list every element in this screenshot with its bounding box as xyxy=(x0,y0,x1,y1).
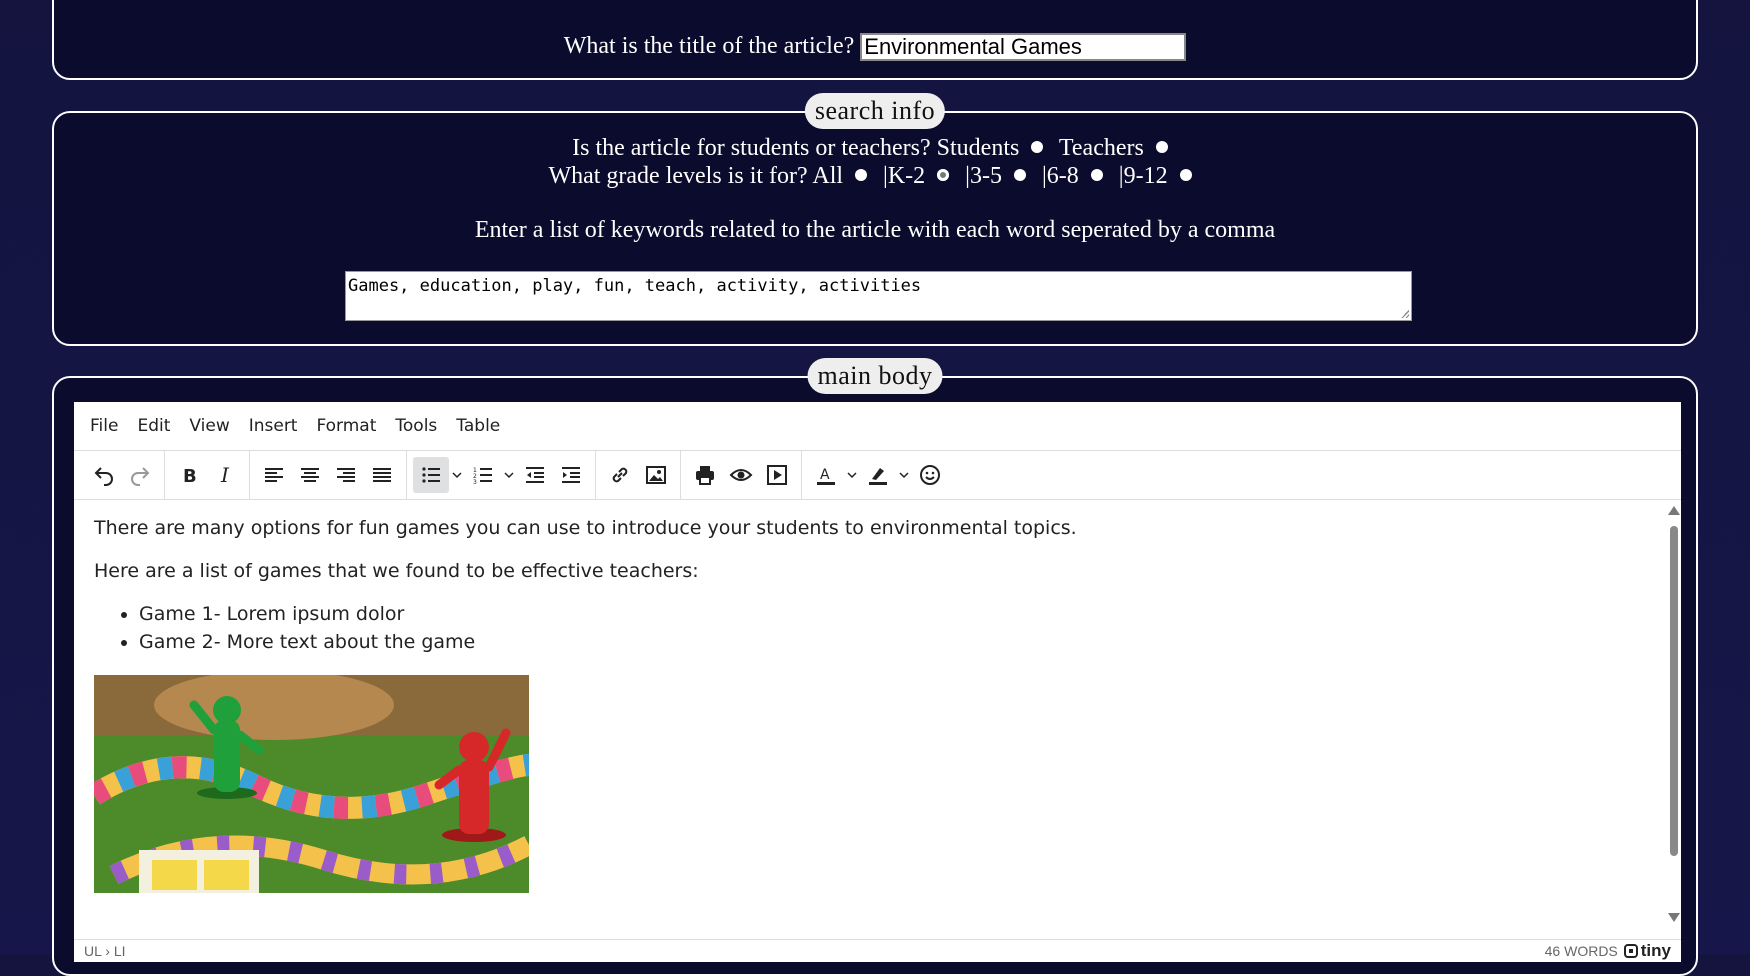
tools-group xyxy=(681,451,802,499)
chevron-down-icon[interactable] xyxy=(896,457,912,493)
element-path[interactable]: UL › LI xyxy=(84,943,126,959)
scroll-down-icon[interactable] xyxy=(1668,913,1680,922)
text-color-icon[interactable]: A xyxy=(808,457,844,493)
chevron-down-icon[interactable] xyxy=(501,457,517,493)
audience-question: Is the article for students or teachers? xyxy=(572,135,931,161)
main-body-panel: main body File Edit View Insert Format T… xyxy=(52,358,1698,976)
tiny-logo[interactable]: tiny xyxy=(1623,941,1671,961)
search-info-legend: search info xyxy=(804,93,946,129)
grade-6-8-radio[interactable] xyxy=(1090,169,1103,182)
scroll-thumb[interactable] xyxy=(1670,526,1678,856)
outdent-icon[interactable] xyxy=(517,457,553,493)
bullet-list-icon[interactable] xyxy=(413,457,449,493)
menu-edit[interactable]: Edit xyxy=(137,416,170,436)
preview-icon[interactable] xyxy=(723,457,759,493)
svg-text:B: B xyxy=(183,466,197,487)
svg-text:A: A xyxy=(820,467,830,483)
search-info-panel: search info Is the article for students … xyxy=(52,93,1698,346)
indent-icon[interactable] xyxy=(553,457,589,493)
italic-icon[interactable]: I xyxy=(207,457,243,493)
grade-k2-radio[interactable] xyxy=(937,169,950,182)
paragraph-2: Here are a list of games that we found t… xyxy=(94,560,699,582)
redo-icon[interactable] xyxy=(122,457,158,493)
bold-icon[interactable]: B xyxy=(171,457,207,493)
align-left-icon[interactable] xyxy=(256,457,292,493)
students-radio[interactable] xyxy=(1031,141,1044,154)
grade-question: What grade levels is it for? xyxy=(548,163,808,189)
grade-9-12-label: |9-12 xyxy=(1118,163,1168,189)
list-group: 123 xyxy=(407,451,596,499)
menu-format[interactable]: Format xyxy=(316,416,376,436)
article-title-input[interactable]: Environmental Games xyxy=(860,33,1187,62)
paragraph-1: There are many options for fun games you… xyxy=(94,517,1077,539)
svg-text:I: I xyxy=(220,463,230,487)
grade-3-5-radio[interactable] xyxy=(1013,169,1026,182)
chevron-down-icon[interactable] xyxy=(449,457,465,493)
editor-menubar: File Edit View Insert Format Tools Table xyxy=(74,402,1681,451)
grade-6-8-label: |6-8 xyxy=(1041,163,1079,189)
editor-content[interactable]: There are many options for fun games you… xyxy=(74,500,1681,940)
menu-table[interactable]: Table xyxy=(456,416,500,436)
grade-9-12-radio[interactable] xyxy=(1179,169,1192,182)
resize-grip-icon[interactable] xyxy=(1401,310,1409,318)
rich-text-editor: File Edit View Insert Format Tools Table… xyxy=(74,402,1681,962)
color-group: A xyxy=(802,451,954,499)
svg-text:3: 3 xyxy=(473,479,477,486)
main-body-legend: main body xyxy=(807,358,943,394)
menu-tools[interactable]: Tools xyxy=(395,416,437,436)
justify-icon[interactable] xyxy=(364,457,400,493)
board-game-image xyxy=(94,675,529,893)
status-right: 46 WORDS tiny xyxy=(1545,941,1671,961)
audience-option-teachers-label: Teachers xyxy=(1058,135,1144,161)
tiny-brand-text: tiny xyxy=(1640,941,1671,960)
numbered-list-icon[interactable]: 123 xyxy=(465,457,501,493)
menu-view[interactable]: View xyxy=(189,416,229,436)
grade-k2-label: |K-2 xyxy=(883,163,926,189)
link-icon[interactable] xyxy=(602,457,638,493)
scroll-up-icon[interactable] xyxy=(1668,506,1680,515)
teachers-radio[interactable] xyxy=(1155,141,1168,154)
keywords-prompt: Enter a list of keywords related to the … xyxy=(474,217,1276,243)
menu-file[interactable]: File xyxy=(90,416,118,436)
grade-all-label: All xyxy=(812,163,844,189)
grade-all-radio[interactable] xyxy=(855,169,868,182)
word-count[interactable]: 46 WORDS xyxy=(1545,943,1618,959)
menu-insert[interactable]: Insert xyxy=(249,416,298,436)
editor-toolbar: B I 1 2 3 A xyxy=(74,451,1681,500)
chevron-down-icon[interactable] xyxy=(844,457,860,493)
highlight-icon[interactable] xyxy=(860,457,896,493)
align-group xyxy=(250,451,407,499)
image-icon[interactable] xyxy=(638,457,674,493)
grade-3-5-label: |3-5 xyxy=(965,163,1002,189)
print-icon[interactable] xyxy=(687,457,723,493)
align-right-icon[interactable] xyxy=(328,457,364,493)
title-panel: What is the title of the article? Enviro… xyxy=(52,0,1698,80)
editor-statusbar: UL › LI 46 WORDS tiny xyxy=(74,939,1681,962)
align-center-icon[interactable] xyxy=(292,457,328,493)
tiny-brand-icon xyxy=(1623,944,1638,958)
title-row: What is the title of the article? Enviro… xyxy=(54,33,1696,62)
media-icon[interactable] xyxy=(759,457,795,493)
format-group: B I xyxy=(165,451,250,499)
editor-scrollbar[interactable] xyxy=(1668,506,1680,922)
history-group xyxy=(80,451,165,499)
game-list: Game 1- Lorem ipsum dolor Game 2- More t… xyxy=(94,600,1661,656)
insert-group xyxy=(596,451,681,499)
emoji-icon[interactable] xyxy=(912,457,948,493)
grade-row: What grade levels is it for? All |K-2 |3… xyxy=(54,163,1696,190)
keywords-textarea[interactable]: Games, education, play, fun, teach, acti… xyxy=(345,271,1412,321)
undo-icon[interactable] xyxy=(86,457,122,493)
list-item: Game 1- Lorem ipsum dolor xyxy=(139,600,1661,628)
title-question: What is the title of the article? xyxy=(563,33,855,59)
keywords-value: Games, education, play, fun, teach, acti… xyxy=(348,276,922,296)
audience-option-students-label: Students xyxy=(936,135,1020,161)
audience-row: Is the article for students or teachers?… xyxy=(54,135,1696,162)
list-item: Game 2- More text about the game xyxy=(139,628,1661,656)
